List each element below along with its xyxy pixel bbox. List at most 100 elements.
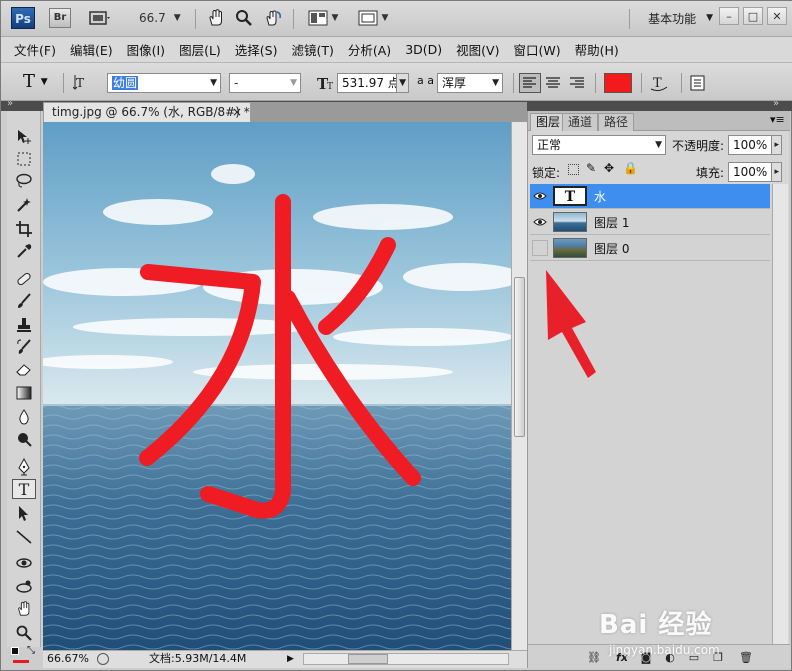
lock-brush-icon[interactable]: ✎ bbox=[586, 161, 596, 175]
align-right-button[interactable] bbox=[567, 74, 587, 95]
lock-all-icon[interactable]: 🔒 bbox=[623, 161, 638, 175]
menu-window[interactable]: 窗口(W) bbox=[506, 40, 567, 59]
tab-layers[interactable]: 图层 bbox=[530, 113, 567, 131]
hidden-visibility-box[interactable] bbox=[532, 240, 548, 256]
lock-transparent-icon[interactable] bbox=[568, 164, 579, 175]
line-tool[interactable] bbox=[12, 527, 36, 547]
minimize-button[interactable]: – bbox=[719, 7, 739, 25]
lasso-tool[interactable] bbox=[12, 171, 36, 191]
quick-selection-tool[interactable] bbox=[12, 195, 36, 215]
bridge-button[interactable]: Br bbox=[49, 8, 71, 28]
history-brush-tool[interactable] bbox=[12, 337, 36, 357]
rotate-view-button[interactable] bbox=[261, 8, 285, 28]
brush-icon bbox=[18, 293, 31, 308]
workspace-switcher[interactable]: 基本功能 ▼ bbox=[648, 8, 713, 28]
hand-tool-button[interactable] bbox=[205, 8, 227, 28]
view-extras-button[interactable] bbox=[83, 8, 117, 28]
warp-text-button[interactable]: T bbox=[649, 73, 669, 96]
menu-edit[interactable]: 编辑(E) bbox=[63, 40, 120, 59]
layer-row-layer-1[interactable]: 图层 1 bbox=[530, 210, 770, 235]
chevron-down-icon: ▼ bbox=[210, 78, 217, 88]
layers-scrollbar[interactable] bbox=[772, 184, 788, 644]
eraser-tool[interactable] bbox=[12, 359, 36, 379]
type-tool[interactable]: T bbox=[12, 479, 36, 499]
screen-mode-icon bbox=[358, 10, 378, 26]
menu-file[interactable]: 文件(F) bbox=[7, 40, 63, 59]
scrollbar-thumb[interactable] bbox=[514, 277, 525, 437]
toggle-orientation-button[interactable]: T bbox=[72, 73, 91, 94]
antialias-select[interactable]: 浑厚 ▼ bbox=[437, 73, 503, 93]
close-document-icon[interactable]: × bbox=[232, 103, 242, 121]
menu-image[interactable]: 图像(I) bbox=[120, 40, 172, 59]
eyedropper-icon bbox=[17, 244, 32, 258]
collapse-left-icon[interactable]: » bbox=[7, 98, 13, 109]
character-panel-button[interactable] bbox=[689, 74, 707, 95]
stamp-icon bbox=[17, 318, 31, 332]
fill-field[interactable]: 100% ▸ bbox=[728, 162, 782, 182]
3d-rotate-tool[interactable] bbox=[12, 553, 36, 573]
blend-mode-select[interactable]: 正常 ▼ bbox=[532, 135, 666, 155]
color-swatches[interactable]: ⤡ bbox=[9, 645, 39, 667]
opacity-field[interactable]: 100% ▸ bbox=[728, 135, 782, 155]
eye-icon[interactable] bbox=[532, 188, 548, 204]
status-arrow-icon[interactable]: ▶ bbox=[287, 651, 294, 667]
scrollbar-thumb[interactable] bbox=[348, 654, 388, 664]
brush-tool[interactable] bbox=[12, 291, 36, 311]
blur-tool[interactable] bbox=[12, 407, 36, 427]
panel-menu-icon[interactable]: ▾≡ bbox=[770, 113, 785, 126]
collapse-right-icon[interactable]: » bbox=[773, 98, 779, 109]
eye-icon[interactable] bbox=[532, 214, 548, 230]
menu-analysis[interactable]: 分析(A) bbox=[341, 40, 398, 59]
font-style-select[interactable]: - ▼ bbox=[229, 73, 301, 93]
canvas[interactable] bbox=[43, 122, 511, 650]
clone-stamp-tool[interactable] bbox=[12, 315, 36, 335]
layer-row-text[interactable]: T 水 bbox=[530, 184, 770, 209]
font-size-field[interactable]: 531.97 点 ▼ bbox=[337, 73, 409, 93]
menu-filter[interactable]: 滤镜(T) bbox=[284, 40, 340, 59]
menu-3d[interactable]: 3D(D) bbox=[398, 42, 449, 57]
text-tool-preset[interactable]: T ▼ bbox=[23, 71, 48, 92]
vertical-scrollbar[interactable] bbox=[511, 122, 527, 650]
move-tool[interactable] bbox=[12, 127, 36, 147]
restore-button[interactable]: □ bbox=[743, 7, 763, 25]
arrange-documents-button[interactable]: ▼ bbox=[303, 8, 343, 28]
menu-view[interactable]: 视图(V) bbox=[449, 40, 506, 59]
layer-name: 水 bbox=[594, 190, 607, 204]
zoom-tool[interactable] bbox=[12, 623, 36, 643]
lock-move-icon[interactable]: ✥ bbox=[604, 161, 614, 175]
dodge-tool[interactable] bbox=[12, 429, 36, 449]
menu-layer[interactable]: 图层(L) bbox=[172, 40, 228, 59]
marquee-tool[interactable] bbox=[12, 149, 36, 169]
close-button[interactable]: ✕ bbox=[767, 7, 787, 25]
document-window: timg.jpg @ 66.7% (水, RGB/8#) * × 66.67% … bbox=[43, 102, 527, 668]
layer-name: 图层 0 bbox=[594, 242, 630, 256]
status-menu-icon[interactable] bbox=[97, 653, 109, 665]
hand-tool[interactable] bbox=[12, 599, 36, 619]
zoom-tool-button[interactable] bbox=[233, 8, 255, 28]
path-selection-tool[interactable] bbox=[12, 503, 36, 523]
document-tab[interactable]: timg.jpg @ 66.7% (水, RGB/8#) * × bbox=[43, 102, 251, 122]
pen-tool[interactable] bbox=[12, 457, 36, 477]
menu-select[interactable]: 选择(S) bbox=[228, 40, 285, 59]
crop-tool[interactable] bbox=[12, 219, 36, 239]
zoom-level-select[interactable]: 66.7 ▼ bbox=[139, 8, 189, 28]
text-color-swatch[interactable] bbox=[604, 73, 632, 93]
zoom-status[interactable]: 66.67% bbox=[47, 651, 89, 667]
screen-mode-button[interactable]: ▼ bbox=[353, 8, 393, 28]
3d-orbit-tool[interactable] bbox=[12, 577, 36, 597]
tab-channels[interactable]: 通道 bbox=[562, 113, 599, 131]
align-left-button[interactable] bbox=[519, 73, 541, 93]
horizontal-scrollbar[interactable] bbox=[303, 653, 509, 665]
tab-paths[interactable]: 路径 bbox=[598, 113, 635, 131]
layer-row-layer-0[interactable]: 图层 0 bbox=[530, 236, 770, 261]
gradient-tool[interactable] bbox=[12, 383, 36, 403]
align-center-button[interactable] bbox=[543, 74, 563, 95]
healing-brush-tool[interactable] bbox=[12, 269, 36, 289]
chevron-down-icon: ▼ bbox=[381, 13, 389, 23]
menu-help[interactable]: 帮助(H) bbox=[568, 40, 626, 59]
foreground-color[interactable] bbox=[11, 647, 19, 655]
eyedropper-tool[interactable] bbox=[12, 241, 36, 261]
drop-icon bbox=[19, 409, 29, 425]
font-family-select[interactable]: 幼圆 ▼ bbox=[107, 73, 221, 93]
swap-colors-icon[interactable]: ⤡ bbox=[27, 645, 35, 656]
